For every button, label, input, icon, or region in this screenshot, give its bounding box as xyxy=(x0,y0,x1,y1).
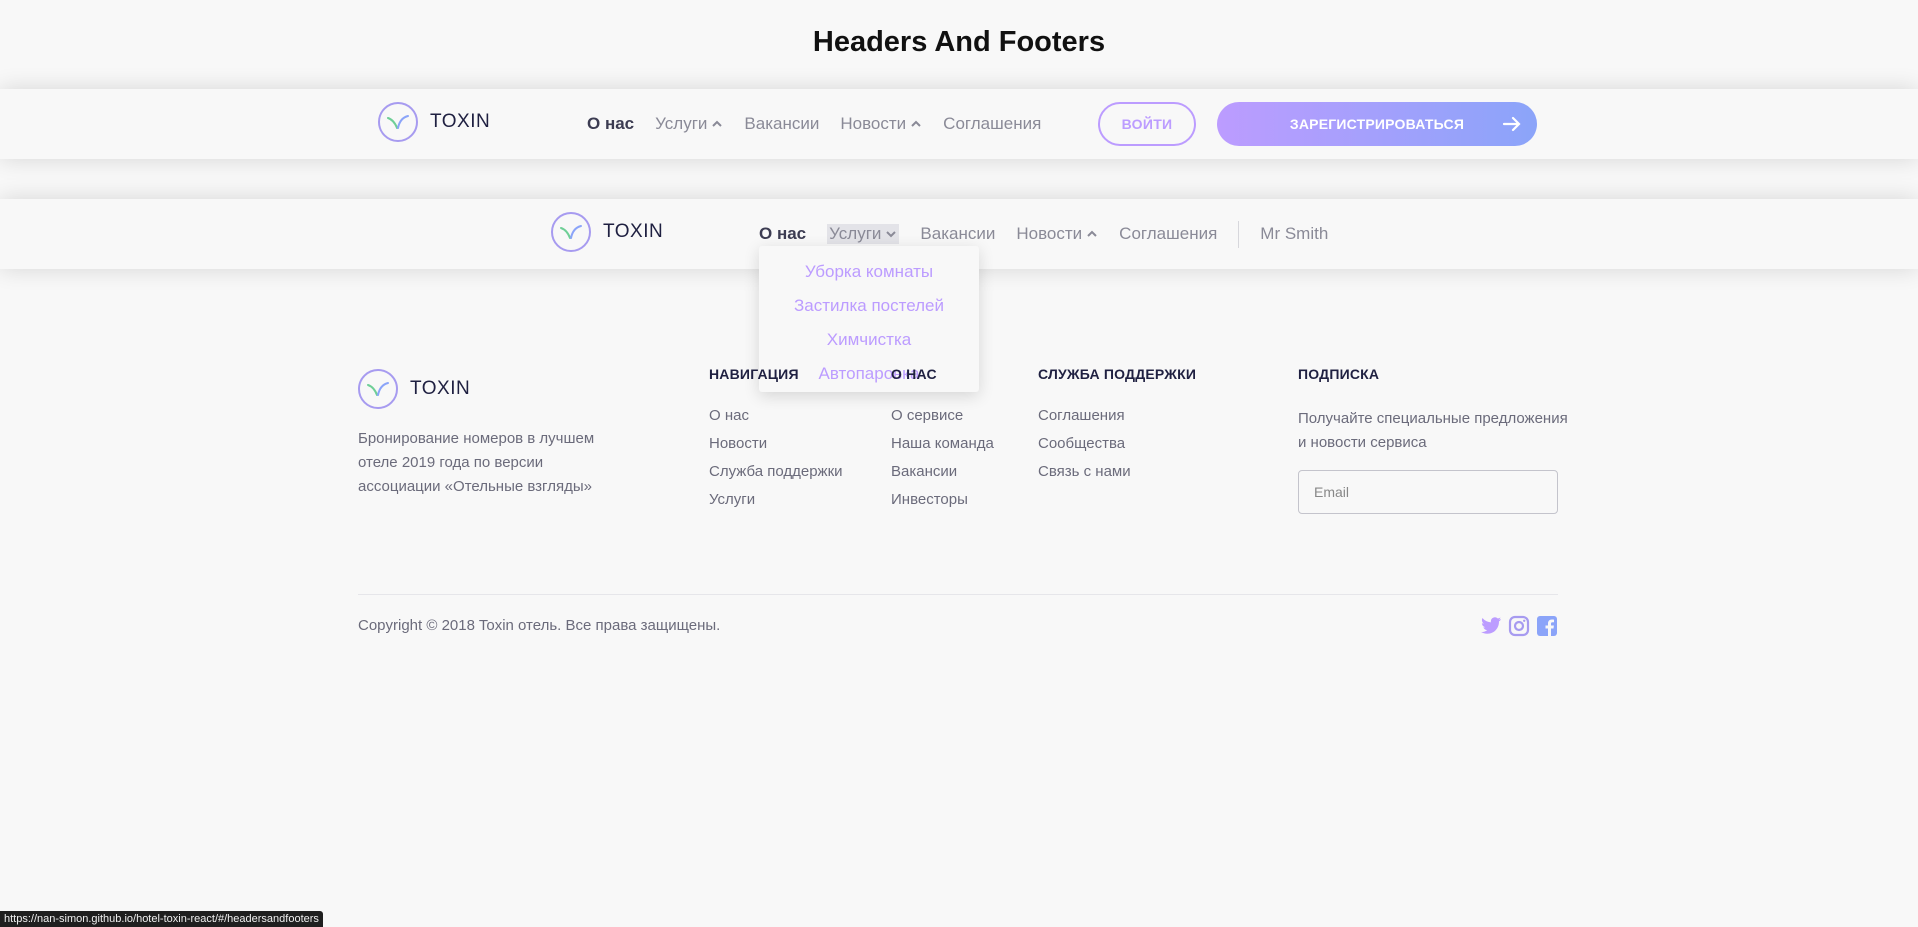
footer-about-text: Бронирование номеров в лучшем отеле 2019… xyxy=(358,430,595,495)
register-button[interactable]: ЗАРЕГИСТРИРОВАТЬСЯ xyxy=(1217,102,1537,146)
status-bar-url: https://nan-simon.github.io/hotel-toxin-… xyxy=(0,911,323,927)
page-title: Headers And Footers xyxy=(812,26,1106,58)
footer-column-title: О НАС xyxy=(891,366,937,382)
dropdown-item-room-cleaning[interactable]: Уборка комнаты xyxy=(805,255,933,289)
footer-column-title: ПОДПИСКА xyxy=(1298,366,1380,382)
footer-divider xyxy=(358,594,1558,595)
chevron-up-icon xyxy=(712,120,723,127)
user-name-link[interactable]: Mr Smith xyxy=(1260,224,1328,244)
logo-text: TOXIN xyxy=(430,111,491,132)
twitter-icon[interactable] xyxy=(1480,614,1502,638)
chevron-up-icon xyxy=(911,120,921,127)
nav-item-agreements[interactable]: Соглашения xyxy=(943,114,1041,134)
footer-link[interactable]: Служба поддержки xyxy=(709,458,843,486)
footer-link[interactable]: Вакансии xyxy=(891,458,994,486)
footer-link[interactable]: Наша команда xyxy=(891,430,994,458)
footer-column-title: НАВИГАЦИЯ xyxy=(709,366,799,382)
footer-column-support: СЛУЖБА ПОДДЕРЖКИ Соглашения Сообщества С… xyxy=(1038,366,1196,486)
chevron-down-icon xyxy=(886,231,897,238)
nav-divider xyxy=(1238,220,1240,248)
footer-link[interactable]: Сообщества xyxy=(1038,430,1196,458)
logo-icon xyxy=(358,369,398,409)
logo[interactable]: TOXIN xyxy=(378,102,490,142)
nav-item-agreements[interactable]: Соглашения xyxy=(1119,224,1217,244)
social-links xyxy=(1480,614,1558,638)
nav-item-about[interactable]: О нас xyxy=(759,224,806,244)
footer-link[interactable]: Услуги xyxy=(709,486,843,514)
dropdown-item-dry-cleaning[interactable]: Химчистка xyxy=(827,323,911,357)
footer-column-navigation: НАВИГАЦИЯ О нас Новости Служба поддержки… xyxy=(709,366,843,514)
email-field[interactable] xyxy=(1298,470,1558,514)
footer-link[interactable]: Соглашения xyxy=(1038,402,1196,430)
logo-icon xyxy=(378,102,418,142)
footer-link[interactable]: Связь с нами xyxy=(1038,458,1196,486)
header-guest: TOXIN О нас Услуги Вакансии Новости Согл… xyxy=(0,89,1918,159)
footer-column-about: О НАС О сервисе Наша команда Вакансии Ин… xyxy=(891,366,994,514)
login-button[interactable]: ВОЙТИ xyxy=(1098,102,1196,146)
footer-logo[interactable]: TOXIN xyxy=(358,369,470,409)
instagram-icon[interactable] xyxy=(1508,614,1530,638)
main-nav: О нас Услуги Вакансии Новости Соглашения xyxy=(587,89,1041,159)
nav-item-news[interactable]: Новости xyxy=(1016,224,1098,244)
register-label: ЗАРЕГИСТРИРОВАТЬСЯ xyxy=(1289,116,1465,132)
footer-link[interactable]: О сервисе xyxy=(891,402,994,430)
nav-item-about[interactable]: О нас xyxy=(587,114,634,134)
footer-column-subscribe: ПОДПИСКА xyxy=(1298,366,1379,386)
dropdown-item-bed-making[interactable]: Застилка постелей xyxy=(794,289,944,323)
nav-item-vacancies[interactable]: Вакансии xyxy=(920,224,995,244)
logo[interactable]: TOXIN xyxy=(551,212,663,252)
nav-item-services[interactable]: Услуги xyxy=(655,114,723,134)
chevron-up-icon xyxy=(1087,230,1097,237)
nav-item-vacancies[interactable]: Вакансии xyxy=(744,114,819,134)
footer-link[interactable]: Новости xyxy=(709,430,843,458)
logo-text: TOXIN xyxy=(603,221,664,242)
logo-icon xyxy=(551,212,591,252)
footer-link[interactable]: Инвесторы xyxy=(891,486,994,514)
footer-link[interactable]: О нас xyxy=(709,402,843,430)
footer-column-title: СЛУЖБА ПОДДЕРЖКИ xyxy=(1038,366,1197,382)
subscribe-text: Получайте специальные предложения и ново… xyxy=(1298,410,1568,451)
arrow-right-icon xyxy=(1502,116,1521,132)
nav-item-news[interactable]: Новости xyxy=(840,114,922,134)
logo-text: TOXIN xyxy=(410,378,471,399)
nav-item-services[interactable]: Услуги xyxy=(827,224,900,244)
copyright-text: Copyright © 2018 Toxin отель. Все права … xyxy=(358,617,721,634)
facebook-icon[interactable] xyxy=(1536,614,1558,638)
